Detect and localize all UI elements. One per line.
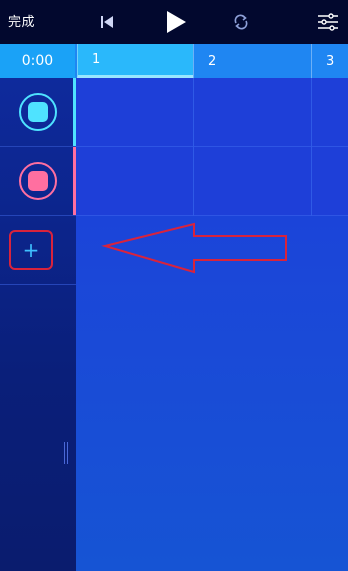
- bar-divider: [311, 78, 312, 216]
- track-instrument-button[interactable]: [19, 162, 57, 200]
- timeline-area[interactable]: [76, 78, 348, 571]
- track-lane-cyan[interactable]: [76, 78, 348, 147]
- bar-label-1[interactable]: 1: [77, 44, 193, 78]
- track-header-cyan[interactable]: [0, 78, 76, 147]
- top-toolbar: 完成: [0, 0, 348, 44]
- bar-label-2[interactable]: 2: [193, 44, 311, 78]
- bar-label-3[interactable]: 3: [311, 44, 348, 78]
- loop-icon[interactable]: [228, 0, 254, 44]
- timeline-ruler[interactable]: 0:00 1 2 3: [0, 44, 348, 78]
- add-track-row: +: [0, 216, 76, 285]
- column-resize-handle[interactable]: [64, 442, 71, 464]
- done-button[interactable]: 完成: [8, 11, 35, 30]
- plus-icon: +: [22, 238, 40, 262]
- add-track-button[interactable]: +: [9, 230, 53, 270]
- mixer-sliders-icon[interactable]: [313, 0, 343, 44]
- skip-to-start-icon[interactable]: [95, 0, 119, 44]
- track-color-swatch: [28, 102, 48, 122]
- track-lane-pink[interactable]: [76, 147, 348, 216]
- time-readout: 0:00: [0, 44, 75, 78]
- track-instrument-button[interactable]: [19, 93, 57, 131]
- track-header-pink[interactable]: [0, 147, 76, 216]
- bar-divider: [193, 78, 194, 216]
- play-icon[interactable]: [160, 0, 192, 44]
- track-color-swatch: [28, 171, 48, 191]
- track-header-column: +: [0, 78, 76, 571]
